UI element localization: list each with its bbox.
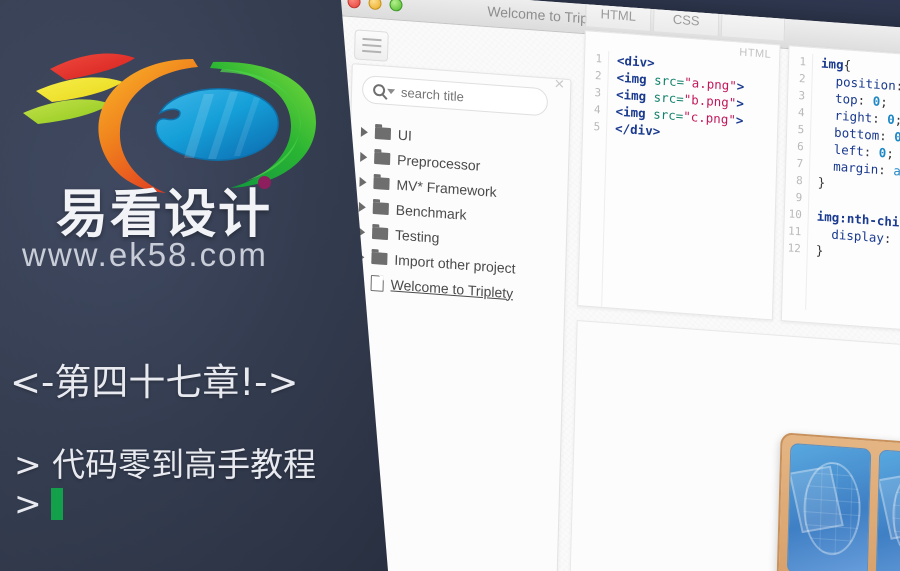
logo-url: www.ek58.com xyxy=(22,236,268,273)
css-code-text[interactable]: img{ position: absolute; top: 0; right: … xyxy=(806,54,900,322)
hamburger-icon[interactable] xyxy=(353,29,389,62)
folder-icon xyxy=(372,201,389,215)
hamburger-bar xyxy=(362,37,382,42)
folder-icon xyxy=(374,151,391,165)
tagline: > 代码零到高手教程 xyxy=(14,445,317,484)
disclosure-triangle-icon[interactable] xyxy=(359,176,367,187)
html-editor-panel[interactable]: HTML 12345 <div> <img src="a.png"> <img … xyxy=(577,30,781,321)
zoom-window-button[interactable] xyxy=(389,0,403,12)
disclosure-triangle-icon[interactable] xyxy=(360,126,369,137)
tree-item-label: MV* Framework xyxy=(396,176,497,200)
tree-item-label: Testing xyxy=(394,226,440,246)
folder-icon xyxy=(374,126,392,140)
tree-item-label: UI xyxy=(397,126,413,144)
preview-panel[interactable] xyxy=(568,320,900,571)
html-code-text[interactable]: <div> <img src="a.png"> <img src="b.png"… xyxy=(602,51,745,317)
file-icon xyxy=(370,274,384,292)
image-thumbnail-frame[interactable] xyxy=(776,432,900,571)
tree-list: UI Preprocessor MV* Framework Benchmark xyxy=(346,118,569,309)
tab-css[interactable]: CSS xyxy=(652,3,720,36)
tree-item-label: Welcome to Triplety xyxy=(390,275,514,301)
folder-icon xyxy=(373,176,390,190)
tab-html[interactable]: HTML xyxy=(584,0,652,32)
tree-item-label: Preprocessor xyxy=(396,151,481,174)
text-cursor xyxy=(50,487,63,520)
close-icon[interactable]: × xyxy=(554,74,564,94)
magnifier-glyph xyxy=(372,83,386,97)
disclosure-triangle-icon[interactable] xyxy=(358,201,366,212)
tree-item-label: Benchmark xyxy=(395,201,467,223)
html-code-area[interactable]: 12345 <div> <img src="a.png"> <img src="… xyxy=(578,49,779,319)
minimize-window-button[interactable] xyxy=(368,0,382,11)
html-panel-badge: HTML xyxy=(739,46,772,61)
tab-extra[interactable] xyxy=(720,8,786,41)
image-thumbnail[interactable] xyxy=(875,449,900,571)
hamburger-bar xyxy=(361,43,381,48)
disclosure-triangle-icon[interactable] xyxy=(360,151,368,162)
css-code-area[interactable]: 123456789101112 img{ position: absolute;… xyxy=(782,52,900,322)
close-window-button[interactable] xyxy=(347,0,361,9)
image-thumbnail[interactable] xyxy=(786,442,872,571)
logo-accent-dot xyxy=(258,176,271,189)
traffic-lights xyxy=(347,0,403,12)
chapter-heading-text: <-第四十七章!-> xyxy=(10,361,299,404)
screenshot-stage: Welcome to Triplety × UI xyxy=(0,0,900,571)
caret-down-icon[interactable] xyxy=(387,88,396,94)
search-icon[interactable] xyxy=(372,81,400,101)
hamburger-bar xyxy=(361,49,381,54)
search-row: × xyxy=(361,74,565,118)
folder-icon xyxy=(371,226,389,240)
puzzle-piece-icon xyxy=(877,472,900,541)
prompt-caret: > xyxy=(14,484,42,523)
chapter-heading: <-第四十七章!-> xyxy=(10,352,299,406)
css-editor-panel[interactable]: 123456789101112 img{ position: absolute;… xyxy=(780,45,900,336)
folder-icon xyxy=(371,251,388,265)
app-window: Welcome to Triplety × UI xyxy=(320,0,900,571)
prompt-line: > xyxy=(14,484,63,523)
